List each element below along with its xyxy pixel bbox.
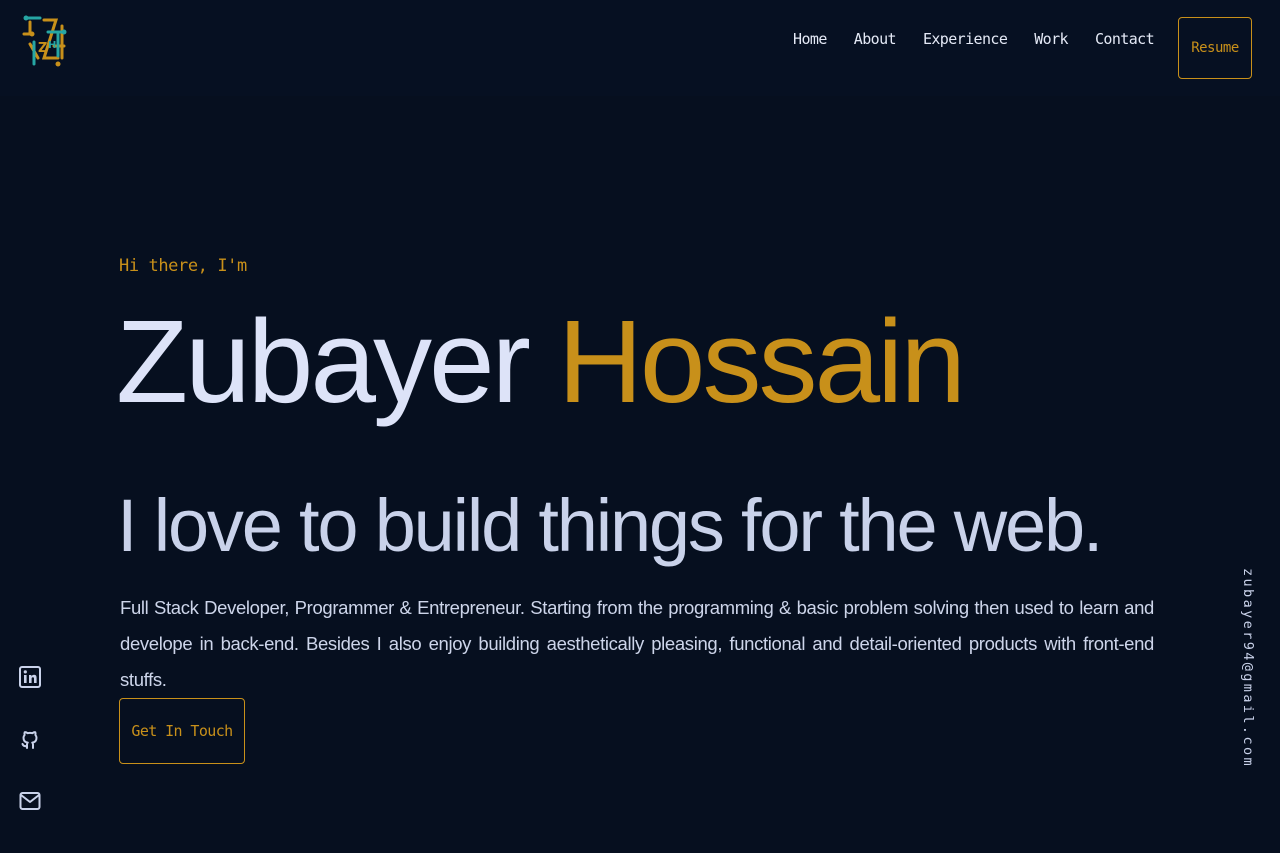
first-name: Zubayer bbox=[116, 296, 531, 428]
svg-text:Z: Z bbox=[38, 41, 47, 56]
nav-contact[interactable]: Contact bbox=[1095, 30, 1155, 48]
mail-icon[interactable] bbox=[18, 789, 42, 813]
nav-experience[interactable]: Experience bbox=[923, 30, 1008, 48]
linkedin-icon[interactable] bbox=[18, 665, 42, 689]
greeting-text: Hi there, I'm bbox=[119, 256, 247, 276]
svg-text:H: H bbox=[48, 40, 56, 51]
hero-tagline: I love to build things for the web. bbox=[117, 484, 1103, 567]
hero-bio: Full Stack Developer, Programmer & Entre… bbox=[120, 597, 1154, 690]
email-link[interactable]: zubayer94@gmail.com bbox=[1236, 568, 1256, 813]
resume-button[interactable]: Resume bbox=[1178, 17, 1252, 79]
get-in-touch-button[interactable]: Get In Touch bbox=[119, 698, 245, 764]
nav-home[interactable]: Home bbox=[793, 30, 827, 48]
nav-about[interactable]: About bbox=[854, 30, 897, 48]
hero-name: Zubayer Hossain bbox=[116, 292, 966, 432]
site-header: Z H Home About Experience Work Contact R… bbox=[0, 0, 1280, 96]
github-icon[interactable] bbox=[18, 727, 42, 751]
last-name: Hossain bbox=[557, 296, 966, 428]
main-nav: Home About Experience Work Contact bbox=[793, 30, 1155, 48]
zh-logo-icon[interactable]: Z H bbox=[20, 12, 68, 72]
nav-work[interactable]: Work bbox=[1034, 30, 1068, 48]
